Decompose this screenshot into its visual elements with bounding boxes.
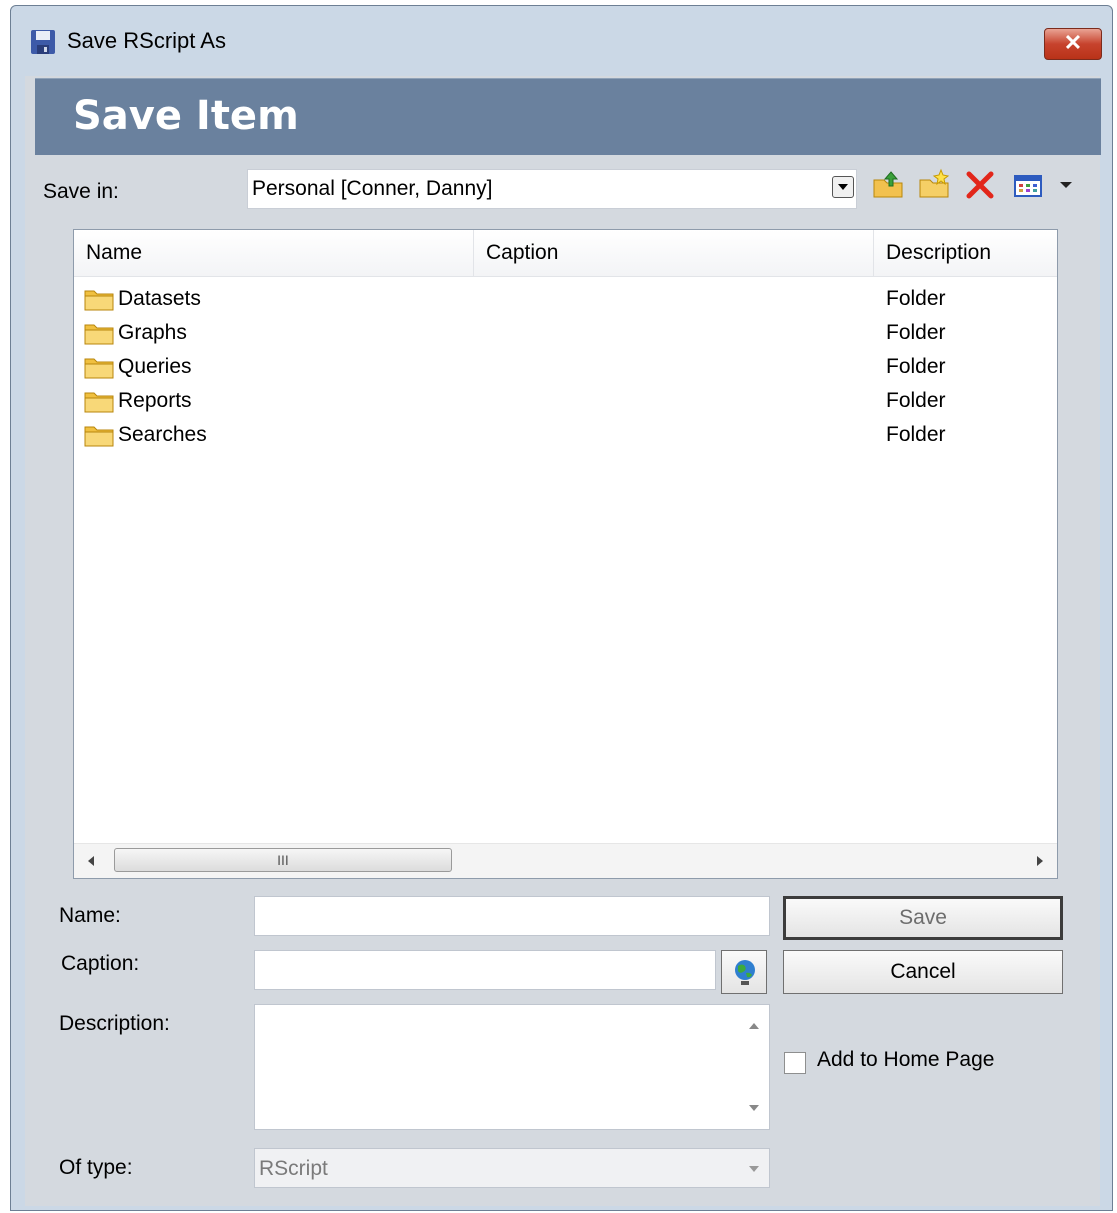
item-name: Queries — [118, 355, 192, 378]
list-header: Name Caption Description — [74, 230, 1057, 277]
save-in-dropdown[interactable]: Personal [Conner, Danny] — [247, 169, 857, 209]
add-to-home-page-checkbox[interactable] — [784, 1052, 806, 1074]
window-title: Save RScript As — [67, 28, 226, 53]
list-item[interactable]: Reports Folder — [74, 384, 1057, 418]
close-icon: ✕ — [1063, 30, 1083, 55]
column-header-name[interactable]: Name — [74, 230, 474, 276]
save-dialog: Save RScript As ✕ Save Item Save in: Per… — [10, 5, 1113, 1211]
item-description: Folder — [886, 423, 946, 446]
dropdown-arrow-icon[interactable] — [1055, 168, 1077, 202]
item-description: Folder — [886, 389, 946, 412]
description-label: Description: — [59, 1012, 170, 1035]
translate-button[interactable] — [721, 950, 767, 994]
save-button[interactable]: Save — [783, 896, 1063, 940]
list-item[interactable]: Graphs Folder — [74, 316, 1057, 350]
scroll-down-icon[interactable] — [749, 1105, 759, 1111]
item-description: Folder — [886, 355, 946, 378]
item-description: Folder — [886, 287, 946, 310]
file-list[interactable]: Name Caption Description Datasets Folder… — [73, 229, 1058, 879]
list-item[interactable]: Searches Folder — [74, 418, 1057, 452]
list-item[interactable]: Queries Folder — [74, 350, 1057, 384]
header-banner: Save Item — [35, 78, 1101, 155]
horizontal-scrollbar[interactable]: III — [74, 843, 1057, 878]
column-header-description[interactable]: Description — [874, 230, 1057, 276]
globe-icon — [735, 960, 755, 985]
caption-field[interactable] — [254, 950, 716, 990]
delete-icon[interactable] — [963, 168, 997, 202]
folder-icon — [84, 324, 114, 345]
folder-icon — [84, 426, 114, 447]
item-name: Graphs — [118, 321, 187, 344]
cancel-button[interactable]: Cancel — [783, 950, 1063, 994]
type-dropdown[interactable]: RScript — [254, 1148, 770, 1188]
caption-label: Caption: — [61, 952, 140, 975]
scroll-left-icon[interactable] — [88, 856, 94, 866]
dialog-body: Save Item Save in: Personal [Conner, Dan… — [25, 76, 1101, 1206]
item-name: Datasets — [118, 287, 201, 310]
save-disk-icon — [31, 30, 55, 54]
add-to-home-page-label[interactable]: Add to Home Page — [817, 1048, 994, 1072]
folder-icon — [84, 290, 114, 311]
item-description: Folder — [886, 321, 946, 344]
folder-icon — [84, 392, 114, 413]
up-folder-icon[interactable] — [871, 168, 905, 202]
list-item[interactable]: Datasets Folder — [74, 282, 1057, 316]
scroll-right-icon[interactable] — [1037, 856, 1043, 866]
view-menu-icon[interactable] — [1011, 168, 1045, 202]
chevron-down-icon — [749, 1166, 759, 1172]
column-header-caption[interactable]: Caption — [474, 230, 874, 276]
save-in-value: Personal [Conner, Danny] — [252, 177, 493, 200]
folder-icon — [84, 358, 114, 379]
type-value: RScript — [259, 1157, 328, 1180]
item-name: Reports — [118, 389, 192, 412]
item-name: Searches — [118, 423, 207, 446]
name-field[interactable] — [254, 896, 770, 936]
scrollbar-thumb[interactable]: III — [114, 848, 452, 872]
new-folder-icon[interactable] — [917, 168, 951, 202]
chevron-down-icon[interactable] — [832, 176, 854, 198]
save-in-label: Save in: — [43, 180, 119, 203]
name-label: Name: — [59, 904, 121, 927]
title-bar[interactable]: Save RScript As ✕ — [11, 6, 1112, 76]
scroll-up-icon[interactable] — [749, 1023, 759, 1029]
description-field[interactable] — [254, 1004, 770, 1130]
banner-title: Save Item — [73, 93, 299, 139]
close-button[interactable]: ✕ — [1044, 28, 1102, 60]
type-label: Of type: — [59, 1156, 133, 1179]
